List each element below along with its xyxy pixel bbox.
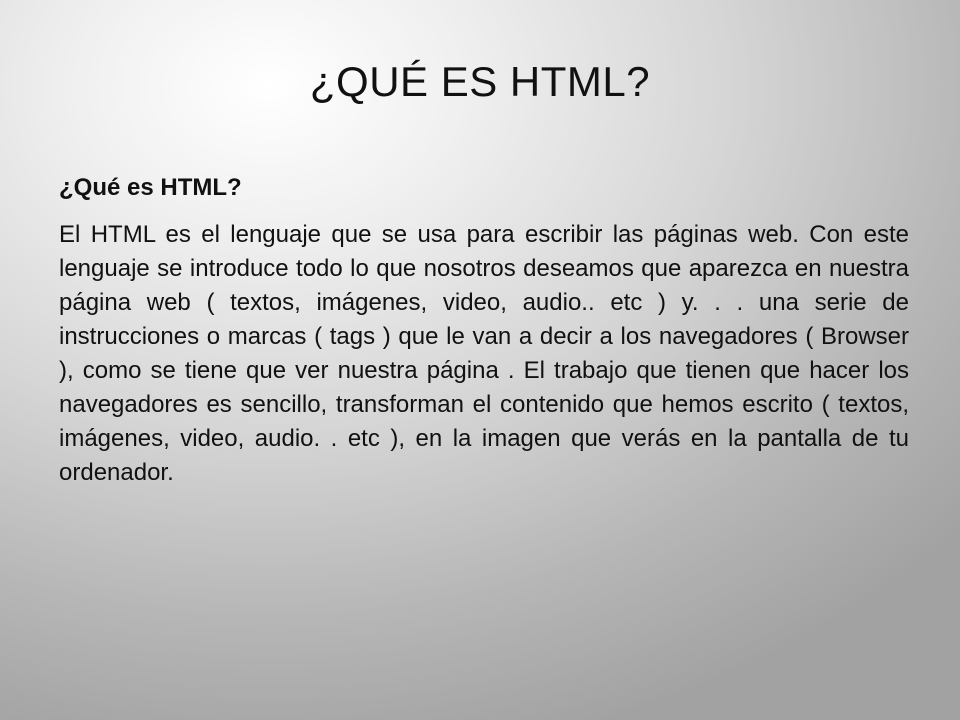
slide: ¿QUÉ ES HTML? ¿Qué es HTML? El HTML es e… [0, 0, 960, 720]
subheading: ¿Qué es HTML? [59, 174, 242, 201]
slide-title: ¿QUÉ ES HTML? [309, 58, 651, 105]
body-paragraph: El HTML es el lenguaje que se usa para e… [59, 221, 909, 486]
slide-content: ¿Qué es HTML? El HTML es el lenguaje que… [59, 172, 909, 490]
